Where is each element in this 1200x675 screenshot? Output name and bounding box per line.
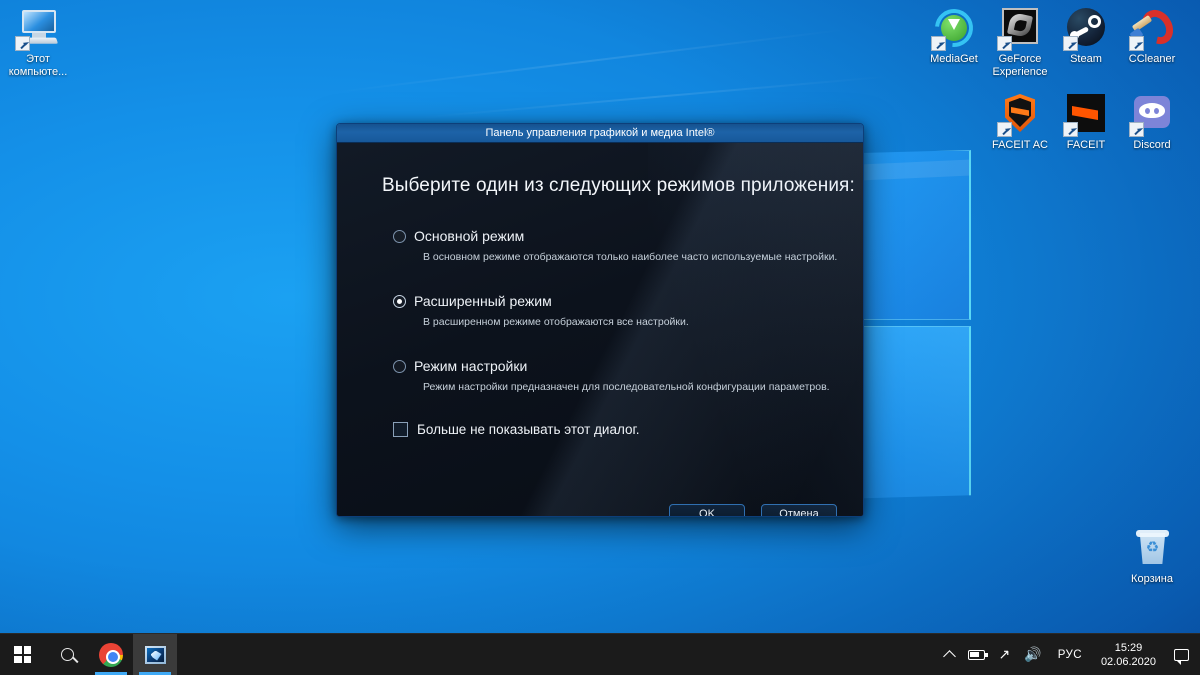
search-icon bbox=[60, 648, 74, 661]
desktop-icon-geforce-experience[interactable]: GeForce Experience bbox=[983, 6, 1057, 78]
do-not-show-again-checkbox[interactable] bbox=[393, 422, 408, 437]
clock[interactable]: 15:29 02.06.2020 bbox=[1091, 634, 1166, 675]
steam-icon bbox=[1063, 6, 1108, 51]
cancel-button[interactable]: Отмена bbox=[761, 504, 837, 516]
desktop-icon-label: FACEIT bbox=[1066, 139, 1106, 151]
radio-basic-mode[interactable] bbox=[393, 229, 406, 243]
clock-time: 15:29 bbox=[1114, 641, 1143, 654]
ccleaner-icon bbox=[1129, 4, 1180, 51]
windows-logo-icon bbox=[14, 646, 31, 663]
this-pc-icon bbox=[15, 6, 60, 51]
dialog-title: Панель управления графикой и медиа Intel… bbox=[485, 127, 715, 139]
desktop-icon-label: CCleaner bbox=[1128, 53, 1176, 65]
do-not-show-again-row[interactable]: Больше не показывать этот диалог. bbox=[393, 422, 640, 437]
option-advanced-mode[interactable]: Расширенный режим В расширенном режиме о… bbox=[393, 293, 689, 328]
option-label: Расширенный режим bbox=[414, 293, 552, 309]
wallpaper-light-ray bbox=[420, 75, 890, 119]
mediaget-icon bbox=[927, 1, 981, 55]
option-basic-mode[interactable]: Основной режим В основном режиме отображ… bbox=[393, 228, 837, 263]
option-label: Режим настройки bbox=[414, 358, 528, 374]
option-description: Режим настройки предназначен для последо… bbox=[423, 381, 830, 393]
desktop-icon-this-pc[interactable]: Этот компьюте... bbox=[1, 6, 75, 78]
desktop[interactable]: Этот компьюте... MediaGet GeForce Experi… bbox=[0, 0, 1200, 675]
shortcut-overlay-icon bbox=[931, 36, 946, 51]
desktop-icon-label: Steam bbox=[1070, 53, 1102, 65]
taskbar[interactable]: ↗ 🔊 РУС 15:29 02.06.2020 bbox=[0, 633, 1200, 675]
wallpaper-light-ray bbox=[331, 28, 849, 94]
battery-button[interactable] bbox=[961, 634, 992, 675]
discord-icon bbox=[1129, 92, 1174, 137]
action-center-icon bbox=[1173, 648, 1189, 665]
desktop-icon-discord[interactable]: Discord bbox=[1115, 92, 1189, 152]
volume-icon: 🔊 bbox=[1024, 646, 1042, 662]
search-button[interactable] bbox=[45, 634, 89, 675]
radio-setup-mode[interactable] bbox=[393, 359, 406, 373]
desktop-icon-label: GeForce bbox=[998, 53, 1042, 65]
desktop-icon-label: FACEIT AC bbox=[991, 139, 1049, 151]
desktop-icon-label: Experience bbox=[992, 65, 1048, 78]
option-description: В основном режиме отображаются только на… bbox=[423, 251, 838, 263]
desktop-icon-label: Этот bbox=[26, 53, 50, 65]
shortcut-overlay-icon bbox=[1129, 122, 1144, 137]
desktop-icon-label: MediaGet bbox=[930, 53, 978, 65]
dialog-heading: Выберите один из следующих режимов прило… bbox=[382, 175, 855, 196]
dialog-titlebar[interactable]: Панель управления графикой и медиа Intel… bbox=[337, 124, 863, 143]
faceit-ac-icon bbox=[997, 92, 1042, 137]
radio-advanced-mode[interactable] bbox=[393, 294, 406, 308]
taskbar-app-intel-graphics[interactable] bbox=[133, 634, 177, 675]
shortcut-overlay-icon bbox=[997, 122, 1012, 137]
chevron-up-icon bbox=[942, 650, 956, 663]
faceit-icon bbox=[1063, 92, 1108, 137]
volume-button[interactable]: 🔊 bbox=[1017, 634, 1048, 675]
taskbar-app-chrome[interactable] bbox=[89, 634, 133, 675]
action-center-button[interactable] bbox=[1166, 634, 1196, 675]
shortcut-overlay-icon bbox=[997, 36, 1012, 51]
system-tray[interactable]: ↗ 🔊 РУС 15:29 02.06.2020 bbox=[938, 634, 1200, 675]
desktop-icon-ccleaner[interactable]: CCleaner bbox=[1115, 4, 1189, 66]
intel-graphics-dialog[interactable]: Панель управления графикой и медиа Intel… bbox=[336, 123, 864, 517]
shortcut-overlay-icon bbox=[1063, 36, 1078, 51]
intel-graphics-icon bbox=[142, 643, 168, 666]
desktop-icon-label: Discord bbox=[1133, 139, 1171, 151]
desktop-icon-recycle-bin[interactable]: ♻ Корзина bbox=[1115, 526, 1189, 586]
ok-button[interactable]: OK bbox=[669, 504, 745, 516]
shortcut-overlay-icon bbox=[1129, 36, 1144, 51]
battery-icon bbox=[967, 649, 988, 660]
recycle-bin-icon: ♻ bbox=[1130, 526, 1174, 570]
desktop-icon-faceit-ac[interactable]: FACEIT AC bbox=[983, 92, 1057, 152]
desktop-icon-mediaget[interactable]: MediaGet bbox=[917, 1, 991, 66]
option-label: Основной режим bbox=[414, 228, 525, 244]
geforce-experience-icon bbox=[997, 6, 1042, 51]
dialog-body: Выберите один из следующих режимов прило… bbox=[337, 143, 863, 516]
language-indicator[interactable]: РУС bbox=[1049, 634, 1091, 675]
network-button[interactable]: ↗ bbox=[992, 634, 1018, 675]
start-button[interactable] bbox=[0, 634, 45, 675]
option-description: В расширенном режиме отображаются все на… bbox=[423, 316, 689, 328]
clock-date: 02.06.2020 bbox=[1100, 655, 1156, 668]
option-setup-mode[interactable]: Режим настройки Режим настройки предназн… bbox=[393, 358, 830, 393]
desktop-icon-label: Корзина bbox=[1131, 573, 1173, 585]
shortcut-overlay-icon bbox=[1063, 122, 1078, 137]
wifi-icon: ↗ bbox=[998, 646, 1011, 662]
shortcut-overlay-icon bbox=[15, 36, 30, 51]
show-hidden-icons-button[interactable] bbox=[938, 634, 961, 675]
wallpaper-streak bbox=[596, 549, 971, 593]
chrome-icon bbox=[99, 642, 123, 667]
desktop-icon-faceit[interactable]: FACEIT bbox=[1049, 92, 1123, 152]
desktop-icon-label: компьюте... bbox=[8, 65, 68, 78]
do-not-show-again-label: Больше не показывать этот диалог. bbox=[417, 422, 640, 437]
desktop-icon-steam[interactable]: Steam bbox=[1049, 6, 1123, 66]
